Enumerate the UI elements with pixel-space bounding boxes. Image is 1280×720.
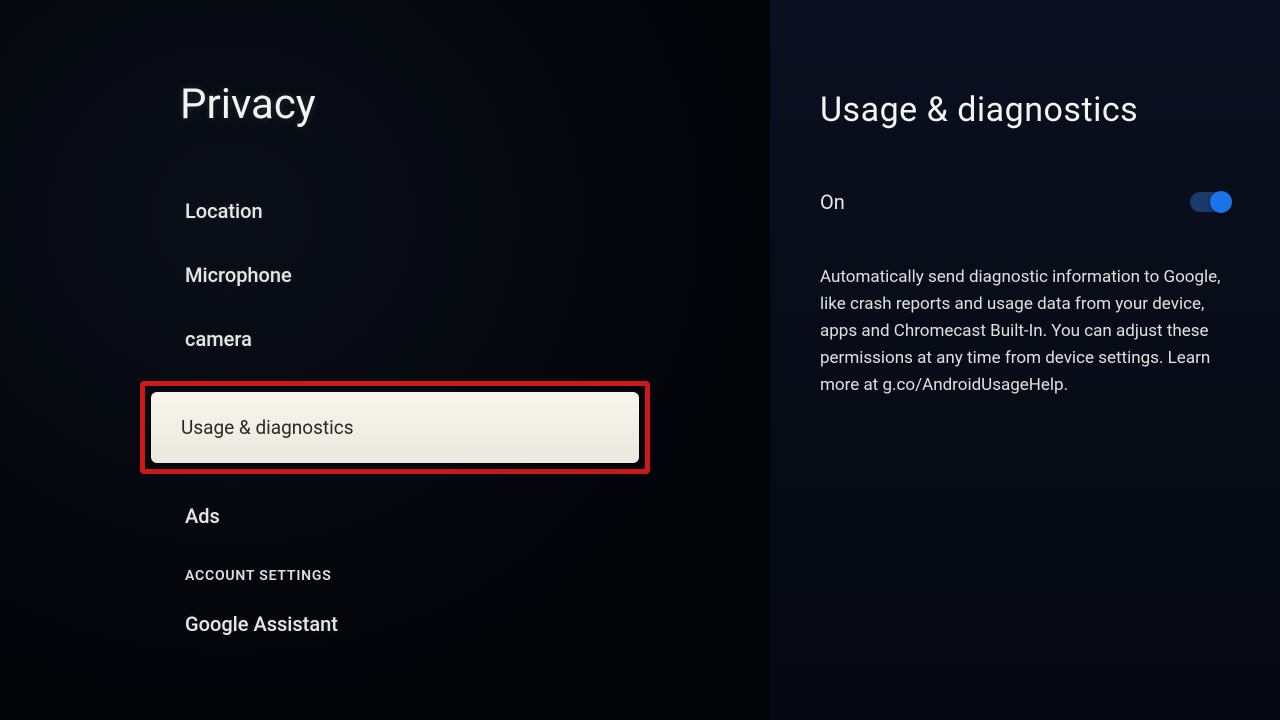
menu-item-location[interactable]: Location xyxy=(180,179,770,243)
section-header-account-settings: ACCOUNT SETTINGS xyxy=(180,548,770,592)
menu-item-google-assistant[interactable]: Google Assistant xyxy=(180,592,770,656)
page-title: Privacy xyxy=(180,80,770,129)
toggle-label: On xyxy=(820,190,845,214)
privacy-menu-panel: Privacy Location Microphone camera Usage… xyxy=(0,0,770,720)
detail-description: Automatically send diagnostic informatio… xyxy=(820,264,1230,399)
toggle-switch[interactable] xyxy=(1190,192,1230,212)
toggle-thumb xyxy=(1210,191,1232,213)
menu-item-usage-diagnostics[interactable]: Usage & diagnostics xyxy=(151,392,639,463)
highlight-border: Usage & diagnostics xyxy=(140,381,650,474)
menu-item-usage-diagnostics-highlight: Usage & diagnostics xyxy=(140,381,650,474)
detail-title: Usage & diagnostics xyxy=(820,90,1230,130)
menu-item-microphone[interactable]: Microphone xyxy=(180,243,770,307)
menu-item-ads[interactable]: Ads xyxy=(180,484,770,548)
detail-panel: Usage & diagnostics On Automatically sen… xyxy=(770,0,1280,720)
menu-item-camera[interactable]: camera xyxy=(180,307,770,371)
menu-list: Location Microphone camera Usage & diagn… xyxy=(180,179,770,656)
toggle-row[interactable]: On xyxy=(820,190,1230,214)
